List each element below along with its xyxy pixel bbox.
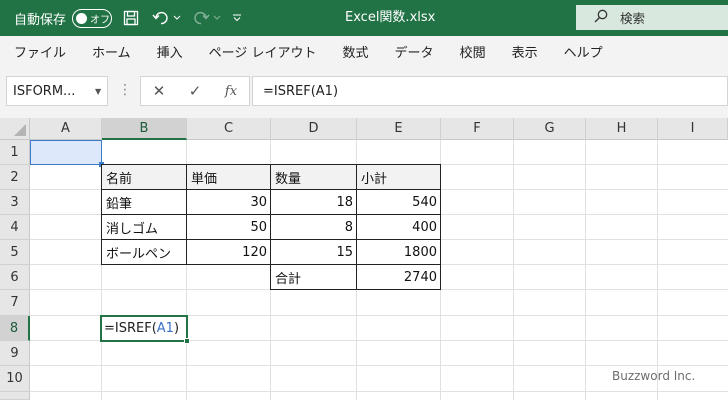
table-border xyxy=(186,164,187,265)
name-box[interactable]: ISFORM... ▼ xyxy=(6,76,108,106)
gridline xyxy=(30,365,728,366)
row-header-5[interactable]: 5 xyxy=(0,240,30,265)
table-border xyxy=(101,164,441,165)
total-value[interactable]: 2740 xyxy=(357,265,440,289)
column-header-f[interactable]: F xyxy=(441,118,514,140)
watermark: Buzzword Inc. xyxy=(612,369,696,383)
gridline xyxy=(30,391,728,392)
table-header-quantity[interactable]: 数量 xyxy=(271,165,356,189)
name-box-value: ISFORM... xyxy=(13,83,76,99)
autosave-state: オフ xyxy=(90,14,111,26)
tab-review[interactable]: 校閲 xyxy=(460,42,486,61)
worksheet-grid[interactable]: A B C D E F G H I 1 2 3 4 5 6 7 8 9 10 名… xyxy=(0,118,728,400)
row-header-9[interactable]: 9 xyxy=(0,341,30,366)
table-cell[interactable]: 18 xyxy=(271,190,356,214)
chevron-down-icon[interactable]: ▼ xyxy=(95,87,107,96)
formula-bar: ISFORM... ▼ ⋮ ✕ ✓ fx =ISREF(A1) xyxy=(0,66,728,118)
column-header-b[interactable]: B xyxy=(102,118,187,140)
gridline xyxy=(513,140,514,400)
title-bar: 自動保存 オフ Excel関数.xlsx 検索 xyxy=(0,0,728,36)
gridline xyxy=(585,140,586,400)
table-cell[interactable]: 400 xyxy=(357,215,440,239)
search-placeholder: 検索 xyxy=(620,11,646,26)
table-cell[interactable]: 540 xyxy=(357,190,440,214)
table-border xyxy=(440,164,441,290)
insert-function-icon[interactable]: fx xyxy=(213,84,249,99)
table-border xyxy=(270,164,271,290)
table-cell[interactable]: 30 xyxy=(187,190,270,214)
toggle-knob xyxy=(76,12,88,24)
row-header-8[interactable]: 8 xyxy=(0,316,30,341)
table-cell[interactable]: 消しゴム xyxy=(102,215,186,239)
select-all-button[interactable] xyxy=(0,118,30,140)
tab-view[interactable]: 表示 xyxy=(512,42,538,61)
column-header-g[interactable]: G xyxy=(514,118,586,140)
redo-icon[interactable] xyxy=(190,7,212,29)
table-cell[interactable]: 120 xyxy=(187,240,270,264)
tab-help[interactable]: ヘルプ xyxy=(564,42,603,61)
undo-icon[interactable] xyxy=(150,7,172,29)
tab-formulas[interactable]: 数式 xyxy=(343,42,369,61)
row-header-11[interactable] xyxy=(0,392,30,400)
formula-reference: A1 xyxy=(156,321,174,336)
row-header-10[interactable]: 10 xyxy=(0,366,30,392)
enter-check-icon[interactable]: ✓ xyxy=(177,82,213,100)
column-header-e[interactable]: E xyxy=(357,118,441,140)
row-header-6[interactable]: 6 xyxy=(0,265,30,290)
column-header-a[interactable]: A xyxy=(30,118,102,140)
search-icon xyxy=(594,9,608,27)
selected-range-a1[interactable] xyxy=(30,140,104,167)
table-border xyxy=(101,264,441,265)
ribbon-tabs: ファイル ホーム 挿入 ページ レイアウト 数式 データ 校閲 表示 ヘルプ xyxy=(0,36,728,66)
tab-data[interactable]: データ xyxy=(395,42,434,61)
table-border xyxy=(101,164,102,265)
row-header-1[interactable]: 1 xyxy=(0,140,30,165)
formula-buttons: ✕ ✓ fx xyxy=(140,76,250,106)
quick-access-toolbar: 自動保存 オフ xyxy=(14,0,244,36)
customize-toolbar-icon[interactable] xyxy=(230,7,244,29)
table-cell[interactable]: 鉛筆 xyxy=(102,190,186,214)
autosave-toggle[interactable]: オフ xyxy=(72,8,113,28)
table-cell[interactable]: 1800 xyxy=(357,240,440,264)
active-cell-formula[interactable]: =ISREF(A1) xyxy=(104,317,179,340)
table-cell[interactable]: 50 xyxy=(187,215,270,239)
document-title: Excel関数.xlsx xyxy=(345,10,436,25)
formula-suffix: ) xyxy=(173,321,180,336)
row-header-7[interactable]: 7 xyxy=(0,290,30,316)
table-header-name[interactable]: 名前 xyxy=(102,165,186,189)
save-icon[interactable] xyxy=(120,7,142,29)
table-cell[interactable]: 8 xyxy=(271,215,356,239)
drag-handle-icon[interactable]: ⋮ xyxy=(118,80,132,100)
table-border xyxy=(101,214,441,215)
tab-insert[interactable]: 挿入 xyxy=(157,42,183,61)
table-cell[interactable]: ボールペン xyxy=(102,240,186,264)
total-label[interactable]: 合計 xyxy=(271,265,356,289)
tab-home[interactable]: ホーム xyxy=(92,42,131,61)
fill-handle[interactable] xyxy=(184,338,190,344)
formula-input[interactable]: =ISREF(A1) xyxy=(252,76,728,106)
table-border xyxy=(356,164,357,290)
column-header-c[interactable]: C xyxy=(187,118,271,140)
cancel-icon[interactable]: ✕ xyxy=(141,82,177,100)
tab-file[interactable]: ファイル xyxy=(14,42,66,61)
column-header-d[interactable]: D xyxy=(271,118,357,140)
table-border xyxy=(101,189,441,190)
gridline xyxy=(657,140,658,400)
column-header-i[interactable]: I xyxy=(658,118,728,140)
table-cell[interactable]: 15 xyxy=(271,240,356,264)
formula-prefix: =ISREF( xyxy=(104,321,157,336)
redo-dropdown-icon[interactable] xyxy=(212,7,222,29)
column-header-h[interactable]: H xyxy=(586,118,658,140)
row-header-3[interactable]: 3 xyxy=(0,190,30,215)
table-border xyxy=(101,239,441,240)
row-header-2[interactable]: 2 xyxy=(0,165,30,190)
table-header-price[interactable]: 単価 xyxy=(187,165,270,189)
table-header-subtotal[interactable]: 小計 xyxy=(357,165,440,189)
search-box[interactable]: 検索 xyxy=(576,5,728,30)
undo-dropdown-icon[interactable] xyxy=(172,7,182,29)
row-header-4[interactable]: 4 xyxy=(0,215,30,240)
autosave-label: 自動保存 xyxy=(14,12,67,28)
tab-page-layout[interactable]: ページ レイアウト xyxy=(209,42,317,61)
